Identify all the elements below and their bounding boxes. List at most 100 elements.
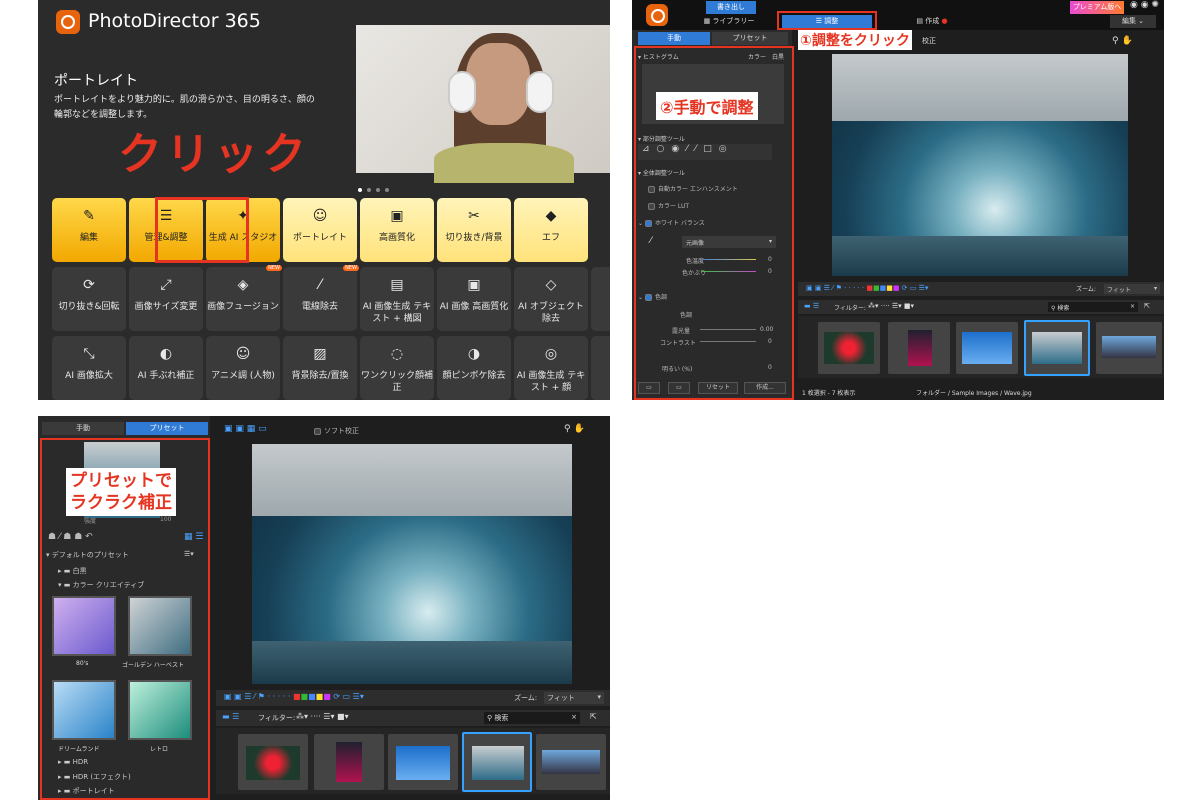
tool-icon: ▤ xyxy=(390,277,404,293)
zoom-label: ズーム: xyxy=(1076,286,1096,293)
tool-tile[interactable]: ◈ 画像フュージョン NEW xyxy=(206,265,282,331)
premium-button[interactable]: プレミアム版へ xyxy=(1070,1,1124,14)
soft-proof-toggle[interactable]: ソフト校正 xyxy=(314,426,359,436)
view-mode-icons[interactable]: ▣ ▣ ▦ ▭ xyxy=(224,424,267,434)
view-mode-icon[interactable]: ▣ ▣ ☰ ⁄ ⚑ · · · · · ■■■■■ ⟳ ▭ ☰▾ xyxy=(224,692,364,701)
zoom-tools-icon[interactable]: ⚲ ✋ xyxy=(1112,36,1133,46)
portrait-hero-image[interactable] xyxy=(356,25,610,183)
zoom-select[interactable]: フィット ▾ xyxy=(1104,284,1160,294)
tool-tile[interactable]: ▨ 背景除去/置換 xyxy=(283,336,357,400)
tool-tile[interactable]: ▤ AI 画像生成 テキスト + 構図 xyxy=(360,267,434,331)
tool-icon: ⁄ xyxy=(318,277,322,293)
tool-label: 切り抜き&回転 xyxy=(58,302,120,312)
subtab-preset[interactable]: プリセット xyxy=(126,422,208,435)
search-input[interactable]: ⚲ 検索 × xyxy=(1048,302,1138,312)
tool-tile[interactable]: ▣ 高画質化 xyxy=(360,198,434,262)
tool-tile[interactable]: 補 xyxy=(591,336,610,400)
tool-label: 顔ピンボケ除去 xyxy=(442,371,506,381)
tab-library[interactable]: ▦ ライブラリー xyxy=(694,15,764,28)
new-badge: NEW xyxy=(343,265,359,271)
tool-label: 画像サイズ変更 xyxy=(134,302,198,312)
thumb-wave-selected[interactable] xyxy=(462,732,532,792)
highlight-adjust-tab xyxy=(777,11,877,30)
thumb-city[interactable] xyxy=(314,734,384,790)
tool-tile[interactable]: ⁄ 電線除去 NEW xyxy=(283,265,359,331)
list-view-icon[interactable]: ▬ ☰ xyxy=(222,712,239,721)
tool-tile[interactable]: ⤡ AI 画像拡大 xyxy=(52,336,126,400)
tool-tile[interactable]: ⟳ 切り抜き&回転 xyxy=(52,267,126,331)
tool-tile[interactable]: ◆ エフ xyxy=(514,198,588,262)
tool-icon: ⤢ xyxy=(160,277,172,293)
tool-label: 背景除去/置換 xyxy=(291,371,349,381)
thumb-wave-selected[interactable] xyxy=(1024,320,1090,376)
tool-icon: ☺ xyxy=(312,208,328,224)
search-input[interactable]: ⚲ 検索 × xyxy=(484,712,580,724)
view-mode-icon[interactable]: ▣ ▣ ☰ ⁄ ⚑ · · · · · ■■■■■ ⟳ ▭ ☰▾ xyxy=(806,284,928,292)
tool-tile[interactable]: ◎ AI 画像生成 テキスト + 顔 xyxy=(514,336,588,400)
external-link-icon[interactable]: ⇱ xyxy=(590,712,597,721)
tool-tile[interactable]: ◑ 顔ピンボケ除去 xyxy=(437,336,511,400)
tool-tile[interactable]: AI 顔 xyxy=(591,267,610,331)
filter-toolbar: ▬ ☰ フィルター: ⁂▾ ···· ☰▾ ■▾ ⚲ 検索 × ⇱ xyxy=(216,710,610,726)
thumb-city[interactable] xyxy=(888,322,950,374)
tool-tile[interactable]: ✂ 切り抜き/背景 xyxy=(437,198,511,262)
view-toolbar: ▣ ▣ ☰ ⁄ ⚑ · · · · · ■■■■■ ⟳ ▭ ☰▾ ズーム: フィ… xyxy=(798,282,1164,296)
subtab-preset[interactable]: プリセット xyxy=(712,32,788,45)
tool-label: 切り抜き/背景 xyxy=(445,233,503,243)
thumb-rose[interactable] xyxy=(818,322,880,374)
tool-icon: ◆ xyxy=(545,208,557,224)
tool-tile[interactable]: ◇ AI オブジェクト除去 xyxy=(514,267,588,331)
manual-annotation: ②手動で調整 xyxy=(656,92,758,120)
tool-label: AI 画像生成 テキスト + 顔 xyxy=(516,371,586,393)
filter-icons[interactable]: ⁂▾ ···· ☰▾ ■▾ xyxy=(868,302,914,310)
account-icon[interactable]: ◉ ◉ ✺ xyxy=(1130,0,1159,10)
filter-icons[interactable]: ⁂▾ ···· ☰▾ ■▾ xyxy=(296,712,349,721)
tool-tile[interactable]: ✎ 編集 xyxy=(52,198,126,262)
edit-dropdown[interactable]: 編集 ⌄ xyxy=(1110,15,1156,28)
tool-tile[interactable]: ▣ AI 画像 高画質化 xyxy=(437,267,511,331)
adjust-manual-panel: 書き出し プレミアム版へ ◉ ◉ ✺ ▦ ライブラリー ☰ 調整 ▤ 作成 ● … xyxy=(632,0,1164,400)
list-view-icon[interactable]: ▬ ☰ xyxy=(804,302,819,310)
tool-label: 編集 xyxy=(79,233,98,243)
thumb-panorama[interactable] xyxy=(1096,322,1162,374)
tool-tile[interactable]: ☺ ポートレイト xyxy=(283,198,357,262)
photodirector-home-panel: PhotoDirector 365 ポートレイト ポートレイトをより魅力的に。肌… xyxy=(38,0,610,400)
headphone-left-icon xyxy=(448,71,476,113)
preset-annotation: プリセットで ラクラク補正 xyxy=(66,468,176,516)
click-annotation: クリック xyxy=(118,129,310,180)
zoom-select[interactable]: フィット ▾ xyxy=(544,692,604,704)
tool-icon: ▣ xyxy=(390,208,404,224)
export-button[interactable]: 書き出し xyxy=(706,1,756,14)
thumb-panorama[interactable] xyxy=(536,734,606,790)
highlight-manage-adjust xyxy=(155,197,249,263)
adjust-preset-panel: 手動 プリセット 強度 100 ☗ ⁄ ☗ ☗ ↶ ▦ ☰ ▾ デフォルトのプリ… xyxy=(38,416,610,800)
tool-tile[interactable]: ☺ アニメ調 (人物) xyxy=(206,336,280,400)
soft-proof-label: 校正 xyxy=(922,37,936,45)
feature-title: ポートレイト xyxy=(54,73,138,89)
zoom-tools-icon[interactable]: ⚲ ✋ xyxy=(564,424,585,434)
subtab-manual[interactable]: 手動 xyxy=(42,422,124,435)
tool-icon: ◇ xyxy=(545,277,557,293)
tool-tile[interactable]: ⤢ 画像サイズ変更 xyxy=(129,267,203,331)
tool-icon: ▣ xyxy=(467,277,481,293)
tab-create[interactable]: ▤ 作成 ● xyxy=(902,15,962,28)
carousel-dots[interactable] xyxy=(358,177,394,196)
tool-label: 補 xyxy=(591,370,610,382)
status-path: フォルダー / Sample Images / Wave.jpg xyxy=(916,390,1032,397)
filter-label: フィルター: xyxy=(258,714,296,722)
tool-tile[interactable]: ◐ AI 手ぶれ補正 xyxy=(129,336,203,400)
tool-tile[interactable]: ◌ ワンクリック顔補正 xyxy=(360,336,434,400)
tool-icon: ◎ xyxy=(544,346,558,362)
external-link-icon[interactable]: ⇱ xyxy=(1144,302,1150,310)
tool-icon xyxy=(591,277,610,297)
subtab-manual[interactable]: 手動 xyxy=(638,32,710,45)
tool-label: AI 顔 xyxy=(591,301,610,313)
tool-label: 画像フュージョン xyxy=(207,302,279,312)
app-logo-icon xyxy=(646,4,668,26)
thumb-skater[interactable] xyxy=(956,322,1018,374)
thumb-rose[interactable] xyxy=(238,734,308,790)
tool-label: AI 画像拡大 xyxy=(65,371,113,381)
thumb-skater[interactable] xyxy=(388,734,458,790)
tool-label: ワンクリック顔補正 xyxy=(360,371,433,393)
wave-photo xyxy=(252,444,572,684)
